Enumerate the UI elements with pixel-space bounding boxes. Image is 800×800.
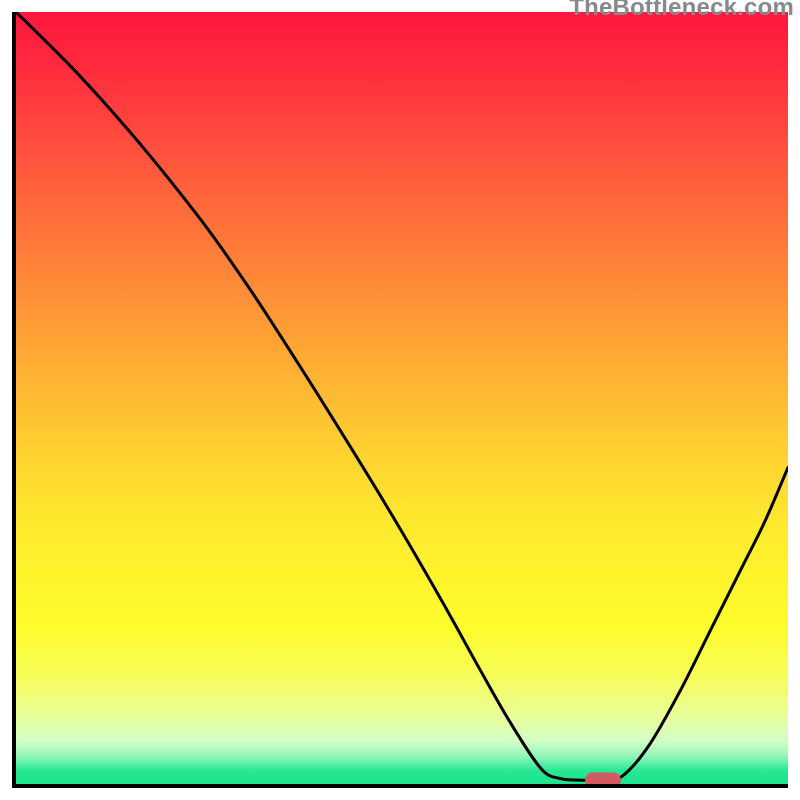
watermark-text: TheBottleneck.com	[569, 0, 794, 22]
chart-container: TheBottleneck.com	[0, 0, 800, 800]
bottleneck-curve	[16, 12, 788, 784]
optimal-point-marker	[585, 773, 621, 788]
plot-area	[12, 12, 788, 788]
